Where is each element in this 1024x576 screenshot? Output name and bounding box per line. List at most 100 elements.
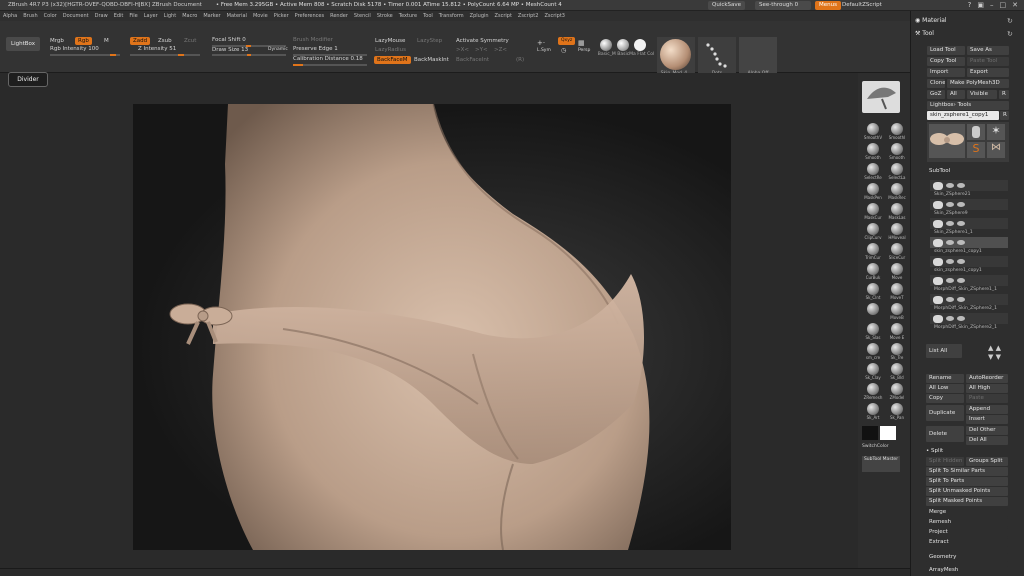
r-button-2[interactable]: R [1000,111,1009,120]
rgb-intensity-slider[interactable]: Rgb Intensity 100 [50,46,99,52]
brush-button[interactable]: MaskPen [860,183,886,200]
symmetry-y-toggle[interactable]: >Y< [475,47,488,53]
visibility-icon[interactable] [957,297,965,302]
subtool-row[interactable] [930,256,1008,267]
m-toggle[interactable]: M [104,38,109,44]
menu-item-zscript2[interactable]: Zscript2 [518,13,539,19]
subtool-row[interactable] [930,294,1008,305]
menu-item-layer[interactable]: Layer [144,13,158,19]
symmetry-z-toggle[interactable]: >Z< [494,47,507,53]
basic-material-swatch[interactable] [600,39,612,51]
menu-item-document[interactable]: Document [63,13,89,19]
mrgb-toggle[interactable]: Mrgb [50,38,64,44]
menu-item-stencil[interactable]: Stencil [354,13,371,19]
draw-size-slider[interactable]: Draw Size 13 [212,47,248,53]
quicksave-button[interactable]: QuickSave [708,1,746,10]
lightbox-button[interactable]: LightBox [6,37,40,51]
tool-thumb-main[interactable] [929,124,965,158]
brush-button[interactable]: sm_cre [860,343,886,360]
export-button[interactable]: Export [967,68,1009,77]
brush-button[interactable]: Sk_Art [860,403,886,420]
brush-button[interactable]: Sk_Tre [884,343,910,360]
close-icon[interactable]: ✕ [1012,1,1018,9]
split-unmasked-button[interactable]: Split Unmasked Points [926,487,1008,496]
zadd-toggle[interactable]: Zadd [130,37,151,45]
help-icon[interactable]: ? [968,1,972,9]
brush-button[interactable]: SelectRe [860,163,886,180]
current-tool-name[interactable]: skin_zsphere1_copy1 [927,111,999,120]
brush-button[interactable]: Move E [884,323,910,340]
all-low-button[interactable]: All Low [926,384,964,393]
arrow-down-icon[interactable]: ▼ ▼ [988,353,1001,361]
zsub-toggle[interactable]: Zsub [158,38,172,44]
menu-item-draw[interactable]: Draw [95,13,108,19]
eye-icon[interactable] [946,278,954,283]
z-intensity-slider[interactable]: Z Intensity 51 [138,46,176,52]
save-as-button[interactable]: Save As [967,46,1009,55]
calibration-distance-slider[interactable]: Calibration Distance 0.18 [293,56,363,62]
backface-mask-toggle[interactable]: BackFaceM [374,56,411,64]
secondary-color-swatch[interactable] [880,426,896,440]
lazymouse-toggle[interactable]: LazyMouse [375,38,405,44]
preserve-edge-slider[interactable]: Preserve Edge 1 [293,46,338,52]
activate-symmetry-toggle[interactable]: Activate Symmetry [456,38,509,44]
brush-button[interactable]: SliceCur [884,243,910,260]
menu-item-preferences[interactable]: Preferences [295,13,324,19]
brush-button[interactable]: MoveB [884,303,910,320]
copy-tool-button[interactable]: Copy Tool [927,57,965,66]
rotate-icon[interactable]: ◷ [561,47,566,54]
grid-icon[interactable]: ▦ [578,39,585,47]
brush-button[interactable]: Sk_Clnt [860,283,886,300]
visibility-icon[interactable] [957,316,965,321]
import-button[interactable]: Import [927,68,965,77]
eye-icon[interactable] [946,259,954,264]
default-zscript-button[interactable]: DefaultZScript [838,1,886,10]
clone-button[interactable]: Clone [927,79,945,88]
brush-button[interactable]: Sk_Clay [860,363,886,380]
brush-button[interactable]: CurBuk [860,263,886,280]
subtool-row[interactable] [930,237,1008,248]
lightbox-tools-button[interactable]: Lightbox› Tools [927,101,1009,110]
eye-icon[interactable] [946,183,954,188]
r-button[interactable]: R [999,90,1009,99]
project-section[interactable]: Project [926,528,1008,537]
menu-item-light[interactable]: Light [164,13,176,19]
menu-item-edit[interactable]: Edit [114,13,124,19]
maximize-icon[interactable]: □ [1000,1,1007,9]
del-all-button[interactable]: Del All [966,436,1008,445]
paste-tool-button[interactable]: Paste Tool [967,57,1009,66]
menu-item-macro[interactable]: Macro [182,13,197,19]
brush-button[interactable] [860,303,886,315]
backmask-int-slider[interactable]: BackMaskInt [414,57,449,63]
menu-item-texture[interactable]: Texture [399,13,417,19]
xyz-toggle[interactable]: Qxyz [558,37,576,45]
brush-button[interactable]: ZModel [884,383,910,400]
lazyradius-slider[interactable]: LazyRadius [375,47,406,53]
goz-button[interactable]: GoZ [927,90,945,99]
zcut-toggle[interactable]: Zcut [184,38,196,44]
switch-color-button[interactable]: SwitchColor [862,444,889,449]
copy-button[interactable]: Copy [926,394,964,403]
remesh-section[interactable]: Remesh [926,518,1008,527]
material-section-title[interactable]: ◉ Material [915,17,947,24]
menu-item-alpha[interactable]: Alpha [3,13,17,19]
brush-button[interactable]: Smooth [884,143,910,160]
subtool-row[interactable] [930,313,1008,324]
subtool-row[interactable] [930,180,1008,191]
brush-button[interactable]: Sk_Pan [884,403,910,420]
subtool-master-button[interactable]: SubTool Master [862,456,900,472]
minimize-icon[interactable]: – [990,1,994,9]
merge-section[interactable]: Merge [926,508,1008,517]
tool-thumb-cylinder[interactable] [967,124,985,140]
brush-button[interactable]: SelectLa [884,163,910,180]
brush-button[interactable]: Smooth [860,143,886,160]
menu-item-stroke[interactable]: Stroke [377,13,393,19]
dynamic-toggle[interactable]: Dynamic [268,47,288,52]
all-button[interactable]: All [947,90,965,99]
subtool-row[interactable] [930,199,1008,210]
visibility-icon[interactable] [957,183,965,188]
eye-icon[interactable] [946,316,954,321]
tool-thumb-simplebrush[interactable]: S [967,142,985,158]
subtool-row[interactable] [930,218,1008,229]
viewport-canvas[interactable] [133,104,731,550]
